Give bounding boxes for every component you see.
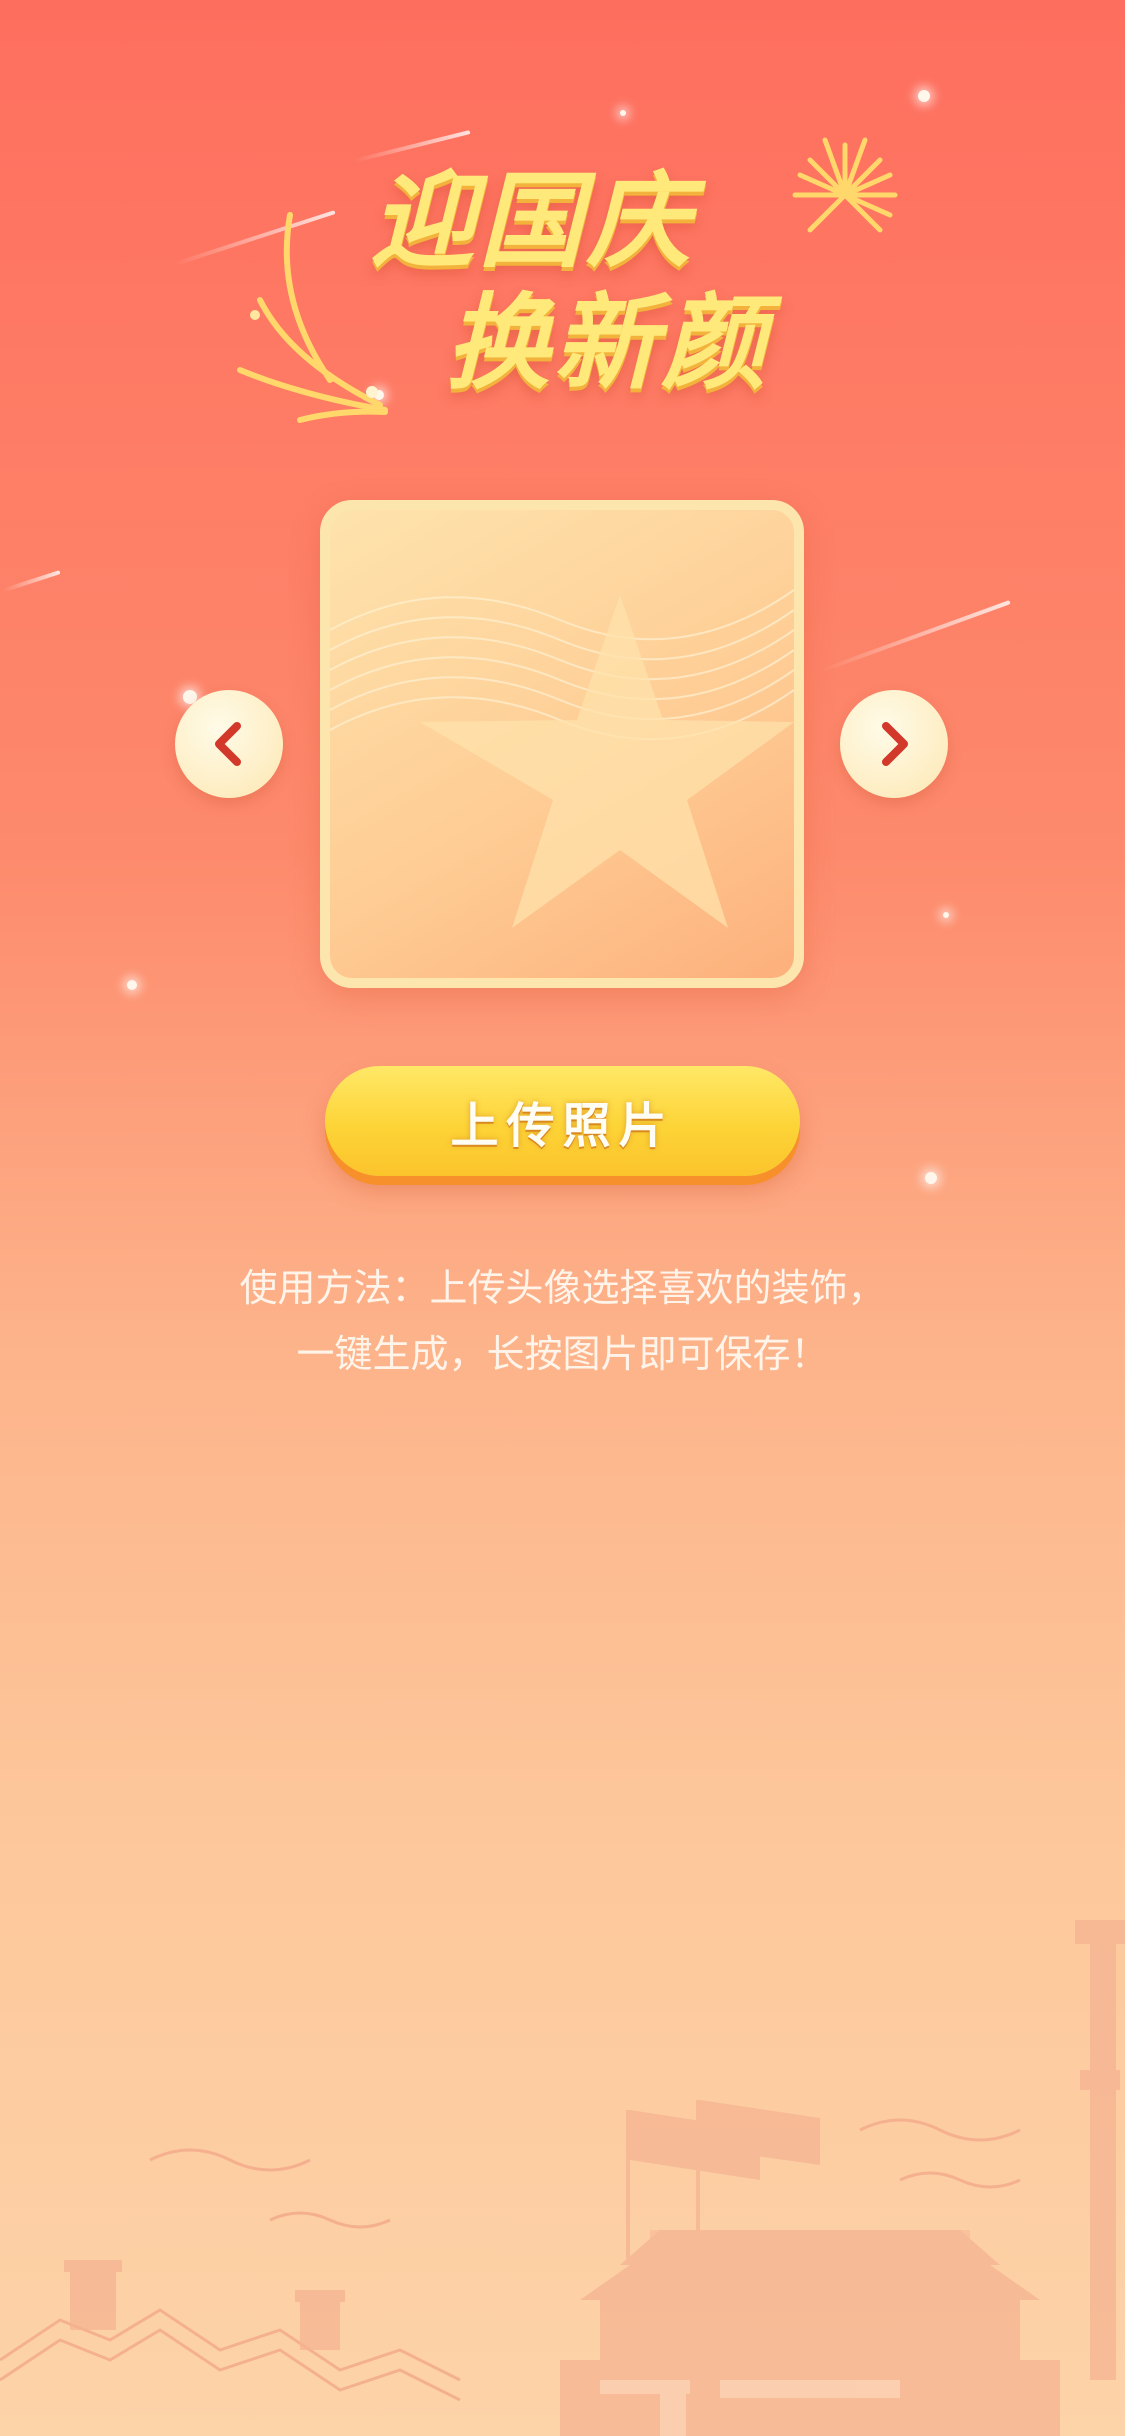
title-line-2: 换新颜 — [445, 282, 770, 404]
chevron-left-icon — [215, 722, 241, 766]
sparkle — [943, 912, 949, 918]
sparkle — [925, 1172, 937, 1184]
avatar-frame-preview[interactable] — [320, 500, 804, 988]
shooting-star — [2, 570, 61, 593]
next-frame-button[interactable] — [840, 690, 948, 798]
sparkle — [127, 980, 137, 990]
landmark-illustration — [0, 1920, 1125, 2436]
usage-instructions: 使用方法：上传头像选择喜欢的装饰， 一键生成，长按图片即可保存！ — [0, 1255, 1125, 1387]
upload-photo-button[interactable]: 上传照片 — [325, 1066, 800, 1176]
title-line-1: 迎国庆 — [370, 160, 695, 282]
star-icon — [420, 595, 794, 928]
page-title: 迎国庆 换新颜 — [0, 160, 1125, 404]
chevron-right-icon — [882, 722, 908, 766]
instructions-line-1: 使用方法：上传头像选择喜欢的装饰， — [239, 1266, 886, 1310]
instructions-line-2: 一键生成，长按图片即可保存！ — [296, 1332, 829, 1376]
shooting-star — [821, 600, 1011, 673]
prev-frame-button[interactable] — [175, 690, 283, 798]
